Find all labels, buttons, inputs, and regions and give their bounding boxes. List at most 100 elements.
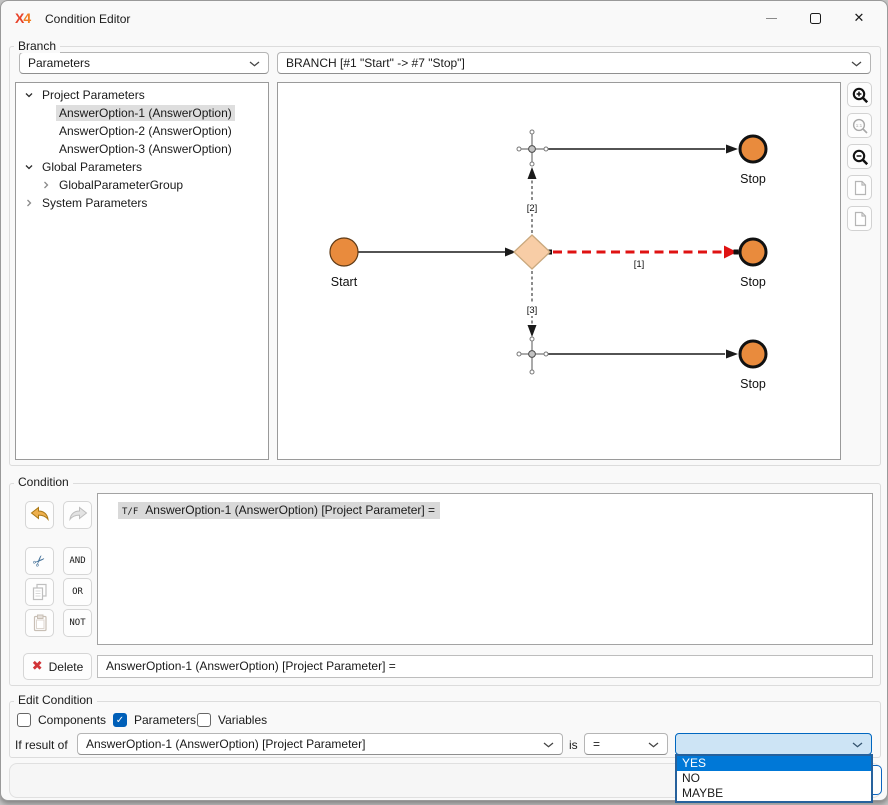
parameters-checkbox[interactable]: ✓ Parameters: [113, 712, 196, 728]
close-button[interactable]: ✕: [837, 1, 881, 35]
value-combobox[interactable]: [675, 733, 872, 755]
components-checkbox-label: Components: [38, 713, 106, 727]
titlebar: X4 Condition Editor ✕: [1, 1, 887, 37]
delete-button[interactable]: ✖ Delete: [23, 653, 92, 680]
arrowhead-icon: [726, 145, 738, 154]
chevron-right-icon[interactable]: [41, 180, 51, 190]
stop-node-3-label: Stop: [740, 377, 766, 391]
checkbox-unchecked-icon: [17, 713, 31, 727]
chevron-down-icon[interactable]: [24, 162, 34, 172]
window-title: Condition Editor: [45, 12, 130, 26]
redo-button[interactable]: [63, 501, 92, 529]
junction-node[interactable]: [517, 130, 548, 166]
chevron-down-icon: [852, 742, 863, 748]
zoom-in-icon: [851, 86, 869, 104]
tree-item-global-parameters[interactable]: Global Parameters: [16, 158, 268, 176]
cut-icon: ✂: [29, 550, 51, 572]
edge-2-label: [2]: [527, 203, 538, 214]
is-label: is: [569, 738, 578, 752]
variables-checkbox[interactable]: Variables: [197, 712, 267, 728]
paste-icon: [29, 613, 51, 633]
tree-item-answeroption-1[interactable]: AnswerOption-1 (AnswerOption): [16, 104, 268, 122]
or-button[interactable]: OR: [63, 578, 92, 606]
cut-button[interactable]: ✂: [25, 547, 54, 575]
value-option-maybe[interactable]: MAYBE: [677, 786, 871, 801]
stop-node-1-label: Stop: [740, 172, 766, 186]
condition-expression-list[interactable]: T/F AnswerOption-1 (AnswerOption) [Proje…: [97, 493, 873, 645]
operator-value: =: [593, 737, 600, 751]
branch-combobox[interactable]: BRANCH [#1 "Start" -> #7 "Stop"]: [277, 52, 871, 74]
chevron-down-icon: [851, 61, 862, 67]
maximize-icon: [810, 13, 821, 24]
tree-item-project-parameters[interactable]: Project Parameters: [16, 86, 268, 104]
zoom-out-icon: [851, 148, 869, 166]
branch-value: BRANCH [#1 "Start" -> #7 "Stop"]: [286, 56, 465, 70]
chevron-down-icon: [648, 742, 659, 748]
page-icon: [851, 210, 869, 228]
edge-3-label: [3]: [527, 305, 538, 316]
branch-group-label: Branch: [14, 39, 60, 53]
condition-expression-item[interactable]: T/F AnswerOption-1 (AnswerOption) [Proje…: [118, 502, 440, 519]
condition-editor-window: X4 Condition Editor ✕ Branch Parameters …: [0, 0, 888, 801]
parameters-checkbox-label: Parameters: [134, 713, 196, 727]
condition-group-label: Condition: [14, 475, 73, 489]
tree-item-system-parameters[interactable]: System Parameters: [16, 194, 268, 212]
start-node[interactable]: [330, 238, 358, 266]
components-checkbox[interactable]: Components: [17, 712, 106, 728]
workflow-canvas[interactable]: [1] [2] [3]: [277, 82, 841, 460]
junction-node[interactable]: [517, 337, 548, 374]
zoom-in-button[interactable]: [847, 82, 872, 107]
delete-icon: ✖: [32, 659, 43, 674]
paste-button[interactable]: [25, 609, 54, 637]
branch-category-combobox[interactable]: Parameters: [19, 52, 269, 74]
undo-icon: [28, 504, 52, 526]
svg-text:1:1: 1:1: [855, 123, 862, 128]
value-option-no[interactable]: NO: [677, 771, 871, 786]
condition-status-field[interactable]: AnswerOption-1 (AnswerOption) [Project P…: [97, 655, 873, 678]
branch-category-value: Parameters: [28, 56, 90, 70]
arrowhead-icon: [528, 167, 537, 179]
x4-logo: X4: [15, 10, 30, 26]
minimize-button[interactable]: [749, 1, 793, 35]
stop-node-2-label: Stop: [740, 275, 766, 289]
undo-button[interactable]: [25, 501, 54, 529]
zoom-out-button[interactable]: [847, 144, 872, 169]
edge-handle[interactable]: [734, 250, 739, 255]
stop-node-2[interactable]: [740, 239, 766, 265]
not-button[interactable]: NOT: [63, 609, 92, 637]
tree-item-answeroption-3[interactable]: AnswerOption-3 (AnswerOption): [16, 140, 268, 158]
if-result-of-label: If result of: [15, 738, 68, 752]
redo-icon: [66, 504, 90, 526]
chevron-right-icon[interactable]: [24, 198, 34, 208]
tree-item-globalparametergroup[interactable]: GlobalParameterGroup: [16, 176, 268, 194]
fit-page-button[interactable]: [847, 175, 872, 200]
stop-node-3[interactable]: [740, 341, 766, 367]
arrowhead-icon: [528, 325, 537, 337]
copy-icon: [29, 582, 51, 602]
truefalse-badge: T/F: [122, 507, 138, 517]
operator-combobox[interactable]: =: [584, 733, 668, 755]
fit-width-button[interactable]: [847, 206, 872, 231]
chevron-down-icon: [543, 742, 554, 748]
value-dropdown-list: YES NO MAYBE: [675, 754, 873, 803]
parameter-tree: Project Parameters AnswerOption-1 (Answe…: [15, 82, 269, 460]
arrowhead-icon: [726, 350, 738, 359]
result-source-value: AnswerOption-1 (AnswerOption) [Project P…: [86, 737, 365, 751]
minimize-icon: [766, 18, 777, 19]
result-source-combobox[interactable]: AnswerOption-1 (AnswerOption) [Project P…: [77, 733, 563, 755]
start-node-label: Start: [331, 275, 358, 289]
variables-checkbox-label: Variables: [218, 713, 267, 727]
chevron-down-icon[interactable]: [24, 90, 34, 100]
and-button[interactable]: AND: [63, 547, 92, 575]
decision-node[interactable]: [514, 235, 550, 269]
zoom-100-button[interactable]: 1:1: [847, 113, 872, 138]
edge-1-label: [1]: [634, 259, 645, 270]
copy-button[interactable]: [25, 578, 54, 606]
stop-node-1[interactable]: [740, 136, 766, 162]
zoom-100-icon: 1:1: [851, 117, 869, 135]
tree-item-answeroption-2[interactable]: AnswerOption-2 (AnswerOption): [16, 122, 268, 140]
value-option-yes[interactable]: YES: [677, 756, 871, 771]
chevron-down-icon: [249, 61, 260, 67]
maximize-button[interactable]: [793, 1, 837, 35]
close-icon: ✕: [854, 11, 865, 26]
